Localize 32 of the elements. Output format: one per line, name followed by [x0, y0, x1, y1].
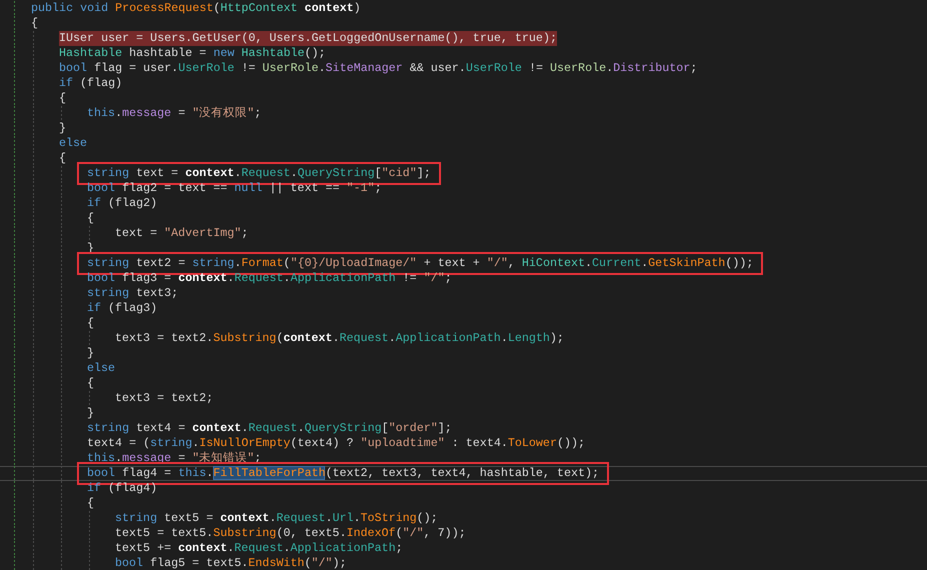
code-line: text3 = text2; — [115, 391, 214, 406]
code-line: bool flag3 = context.Request.ApplicationPath != "/"; — [87, 271, 452, 286]
code-line: else — [59, 136, 88, 151]
code-line: text5 += context.Request.ApplicationPath; — [115, 541, 403, 556]
code-line: { — [87, 211, 94, 226]
code-line: { — [87, 316, 94, 331]
code-line: bool flag5 = text5.EndsWith("/"); — [115, 556, 346, 570]
code-line: string text5 = context.Request.Url.ToString(); — [115, 511, 438, 526]
code-line: { — [59, 91, 66, 106]
code-line: if (flag2) — [87, 196, 158, 211]
code-line: { — [59, 151, 66, 166]
code-line: if (flag4) — [87, 481, 158, 496]
code-line: text3 = text2.Substring(context.Request.ApplicationPath.Length); — [115, 331, 564, 346]
code-line: bool flag2 = text == null || text == "-1"; — [87, 181, 382, 196]
code-line: if (flag) — [59, 76, 122, 91]
code-line: else — [87, 361, 116, 376]
code-line: { — [31, 16, 38, 31]
code-line: bool flag = user.UserRole != UserRole.SiteManager && user.UserRole != UserRole.Distributor; — [59, 61, 698, 76]
code-line: Hashtable hashtable = new Hashtable(); — [59, 46, 326, 61]
code-line: this.message = "没有权限"; — [87, 106, 262, 121]
code-line: if (flag3) — [87, 301, 158, 316]
code-line: public void ProcessRequest(HttpContext context) — [31, 1, 361, 16]
code-line: { — [87, 496, 94, 511]
code-line: } — [87, 346, 94, 361]
code-line: text4 = (string.IsNullOrEmpty(text4) ? "uploadtime" : text4.ToLower()); — [87, 436, 586, 451]
code-line: string text4 = context.Request.QueryString["order"]; — [87, 421, 452, 436]
code-line: { — [87, 376, 94, 391]
code-line: } — [87, 406, 94, 421]
code-line: text5 = text5.Substring(0, text5.IndexOf("/", 7)); — [115, 526, 466, 541]
code-line: string text3; — [87, 286, 178, 301]
code-line: text = "AdvertImg"; — [115, 226, 248, 241]
code-line: } — [59, 121, 66, 136]
